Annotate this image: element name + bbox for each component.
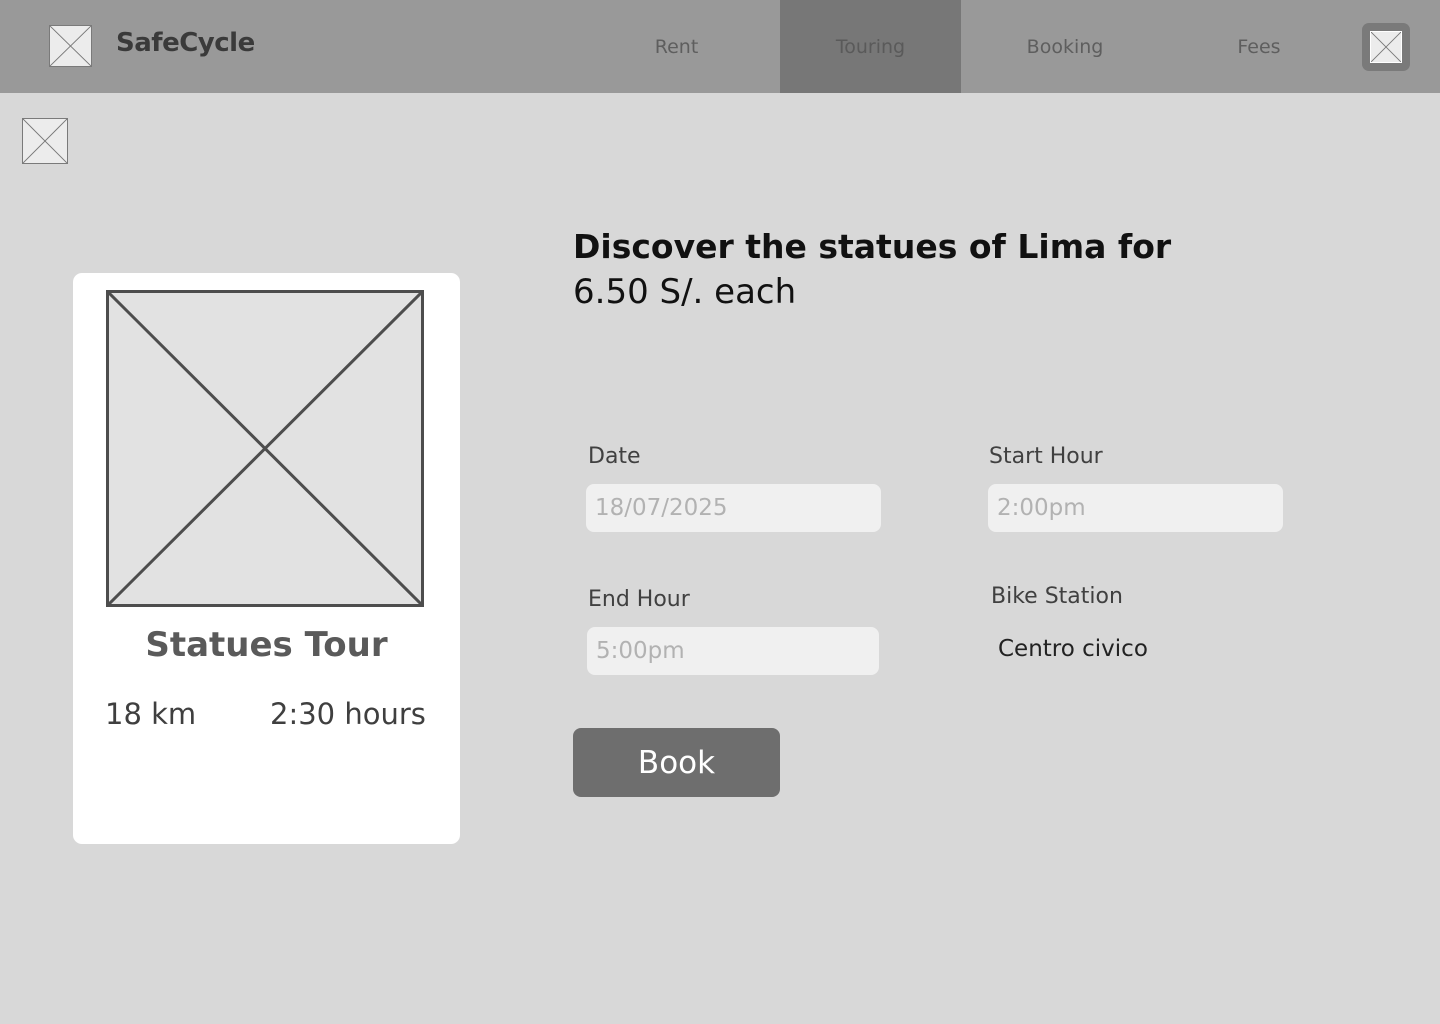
logo-placeholder-icon[interactable] bbox=[49, 25, 92, 67]
profile-button[interactable] bbox=[1362, 23, 1410, 71]
brand-name[interactable]: SafeCycle bbox=[116, 28, 255, 58]
tour-card[interactable]: Statues Tour 18 km 2:30 hours bbox=[73, 273, 460, 844]
bike-station-value[interactable]: Centro civico bbox=[998, 636, 1148, 662]
book-button[interactable]: Book bbox=[573, 728, 780, 797]
date-label: Date bbox=[588, 444, 641, 469]
nav-fees[interactable]: Fees bbox=[1190, 0, 1328, 93]
nav-booking[interactable]: Booking bbox=[990, 0, 1140, 93]
bike-station-label: Bike Station bbox=[991, 584, 1123, 609]
profile-placeholder-icon bbox=[1370, 31, 1402, 63]
end-hour-label: End Hour bbox=[588, 587, 690, 612]
start-hour-label: Start Hour bbox=[989, 444, 1103, 469]
offer-heading: Discover the statues of Lima for bbox=[573, 227, 1172, 266]
back-placeholder-icon[interactable] bbox=[22, 118, 68, 164]
nav-rent[interactable]: Rent bbox=[610, 0, 743, 93]
tour-distance: 18 km bbox=[105, 697, 197, 731]
offer-price: 6.50 S/. each bbox=[573, 272, 797, 312]
start-hour-field[interactable]: 2:00pm bbox=[988, 484, 1283, 532]
nav-touring[interactable]: Touring bbox=[780, 0, 961, 93]
tour-title: Statues Tour bbox=[145, 625, 388, 665]
tour-image-placeholder-icon bbox=[106, 290, 424, 607]
top-nav-bar: SafeCycle Rent Touring Booking Fees bbox=[0, 0, 1440, 93]
date-field[interactable]: 18/07/2025 bbox=[586, 484, 881, 532]
tour-duration: 2:30 hours bbox=[270, 697, 426, 731]
end-hour-field[interactable]: 5:00pm bbox=[587, 627, 879, 675]
